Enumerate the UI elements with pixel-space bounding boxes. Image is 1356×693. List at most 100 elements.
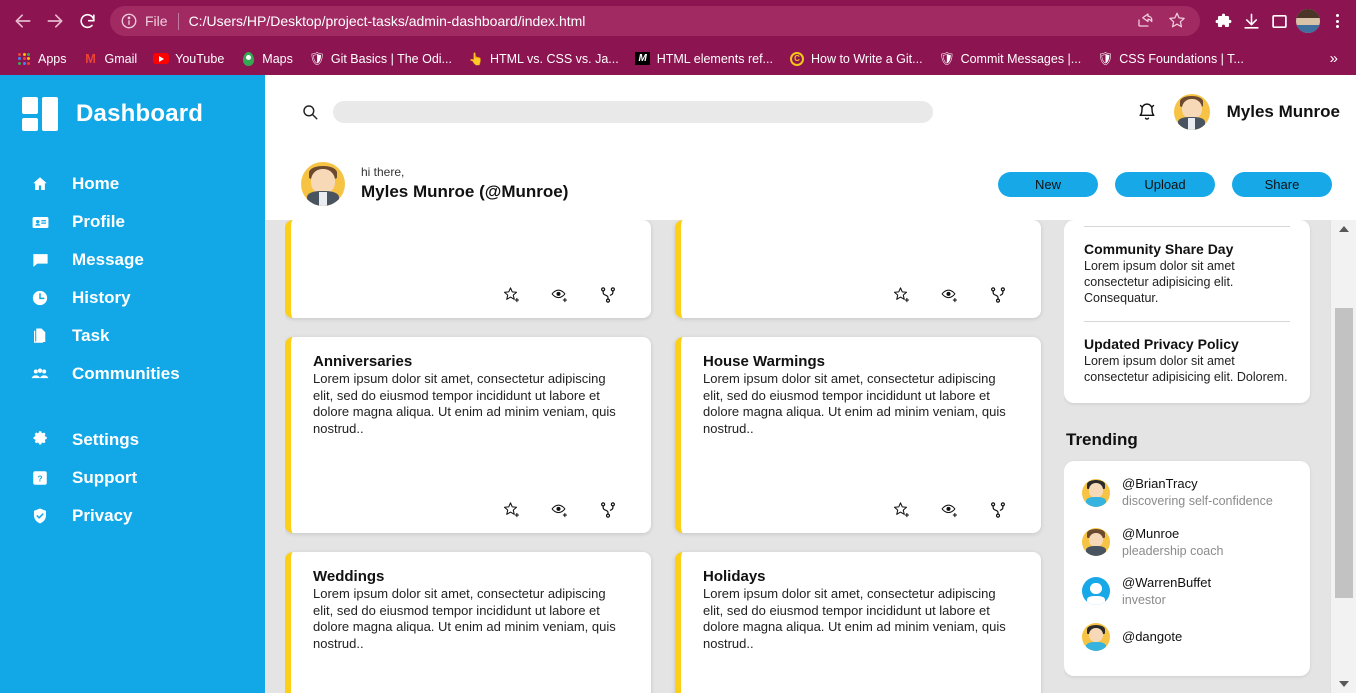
address-bar[interactable]: File C:/Users/HP/Desktop/project-tasks/a… [110, 6, 1200, 36]
chat-bubble-icon [30, 250, 50, 270]
star-add-icon[interactable] [893, 286, 911, 304]
greeting-bar: hi there, Myles Munroe (@Munroe) New Upl… [265, 148, 1356, 220]
trending-bio: discovering self-confidence [1122, 494, 1273, 509]
share-button[interactable]: Share [1232, 171, 1332, 197]
table-row[interactable]: Weddings Lorem ipsum dolor sit amet, con… [285, 552, 651, 693]
star-add-icon[interactable] [893, 501, 911, 519]
sidebar-item-home[interactable]: Home [0, 165, 265, 203]
sidepanel-icon[interactable] [1268, 10, 1290, 32]
notification-bell-icon[interactable] [1137, 101, 1157, 123]
bookmarks-overflow-button[interactable]: » [1320, 50, 1348, 67]
clock-icon [30, 288, 50, 308]
back-button[interactable] [8, 6, 38, 36]
sidebar-item-settings[interactable]: Settings [0, 421, 265, 459]
announcement-body: Lorem ipsum dolor sit amet consectetur a… [1084, 259, 1235, 305]
table-row[interactable] [675, 220, 1041, 318]
downloads-icon[interactable] [1240, 10, 1262, 32]
greeting-avatar[interactable] [301, 162, 345, 206]
sidebar-item-privacy[interactable]: Privacy [0, 497, 265, 535]
forward-button[interactable] [40, 6, 70, 36]
bookmark-how-to-write-git[interactable]: C How to Write a Git... [781, 48, 931, 70]
new-button[interactable]: New [998, 171, 1098, 197]
search-input[interactable] [333, 100, 933, 123]
browser-profile-avatar[interactable] [1296, 9, 1320, 33]
url-text[interactable]: C:/Users/HP/Desktop/project-tasks/admin-… [189, 13, 1136, 29]
browser-toolbar: File C:/Users/HP/Desktop/project-tasks/a… [0, 0, 1356, 42]
fork-branch-icon[interactable] [599, 501, 617, 519]
greeting-actions: New Upload Share [998, 171, 1344, 197]
star-add-icon[interactable] [503, 501, 521, 519]
eye-add-icon[interactable] [551, 286, 569, 304]
greeting-hi: hi there, [361, 165, 405, 180]
sidebar-item-support[interactable]: ? Support [0, 459, 265, 497]
people-group-icon [30, 364, 50, 384]
app-root: Dashboard Home Profile Message History T… [0, 75, 1356, 693]
extensions-icon[interactable] [1212, 10, 1234, 32]
sidebar-item-task[interactable]: Task [0, 317, 265, 355]
table-row[interactable]: Holidays Lorem ipsum dolor sit amet, con… [675, 552, 1041, 693]
brand-name: Dashboard [76, 100, 204, 127]
eye-add-icon[interactable] [941, 501, 959, 519]
avatar [1082, 478, 1110, 507]
sidebar-item-label: Settings [72, 430, 140, 449]
fork-branch-icon[interactable] [989, 286, 1007, 304]
list-item[interactable]: Updated Privacy Policy Lorem ipsum dolor… [1084, 320, 1290, 386]
apps-grid-icon [16, 51, 32, 67]
bookmark-label: Apps [38, 51, 67, 66]
bookmark-label: Gmail [104, 51, 138, 66]
list-item[interactable]: @WarrenBuffet investor [1082, 574, 1292, 608]
sidebar-item-profile[interactable]: Profile [0, 203, 265, 241]
table-row[interactable] [285, 220, 651, 318]
scroll-down-arrow-icon[interactable] [1338, 681, 1349, 687]
bookmark-label: Commit Messages |... [960, 51, 1082, 66]
user-name: Myles Munroe [1226, 101, 1340, 121]
share-icon[interactable] [1136, 11, 1156, 31]
site-info-icon[interactable] [120, 12, 138, 30]
menu-kebab-icon[interactable] [1326, 10, 1348, 32]
scroll-up-arrow-icon[interactable] [1338, 226, 1349, 232]
list-item[interactable]: @BrianTracy discovering self-confidence [1082, 475, 1292, 509]
bookmark-html-elements[interactable]: M HTML elements ref... [627, 48, 781, 70]
sidebar-item-message[interactable]: Message [0, 241, 265, 279]
bookmark-commit-messages[interactable]: 🛡 Commit Messages |... [931, 48, 1090, 70]
bookmark-label: Git Basics | The Odi... [330, 51, 452, 66]
sidebar-item-label: Privacy [72, 506, 133, 525]
upload-button[interactable]: Upload [1115, 171, 1215, 197]
reload-button[interactable] [72, 6, 102, 36]
list-item[interactable]: @Munroe pleadership coach [1082, 525, 1292, 559]
sidebar-item-label: Home [72, 174, 120, 193]
table-row[interactable]: House Warmings Lorem ipsum dolor sit ame… [675, 337, 1041, 533]
bookmark-gmail[interactable]: M Gmail [75, 48, 146, 70]
list-item[interactable]: Community Share Day Lorem ipsum dolor si… [1084, 226, 1290, 307]
fork-branch-icon[interactable] [599, 286, 617, 304]
avatar[interactable] [1173, 93, 1210, 130]
sidebar-item-communities[interactable]: Communities [0, 355, 265, 393]
cards-grid: Anniversaries Lorem ipsum dolor sit amet… [285, 220, 1064, 693]
bookmark-html-vs-css[interactable]: 👆 HTML vs. CSS vs. Ja... [460, 48, 627, 70]
vertical-scrollbar[interactable] [1330, 220, 1356, 693]
eye-add-icon[interactable] [941, 286, 959, 304]
url-scheme-label: File [145, 13, 168, 29]
bookmark-css-foundations[interactable]: 🛡 CSS Foundations | T... [1089, 48, 1252, 70]
copyright-icon: C [789, 51, 805, 67]
table-row[interactable]: Anniversaries Lorem ipsum dolor sit amet… [285, 337, 651, 533]
bookmark-apps[interactable]: Apps [8, 48, 75, 70]
trending-handle: @BrianTracy [1122, 476, 1198, 492]
scrollbar-thumb[interactable] [1335, 308, 1353, 598]
fork-branch-icon[interactable] [989, 501, 1007, 519]
card-body: Lorem ipsum dolor sit amet, consectetur … [313, 371, 616, 436]
odin-icon: 🛡 [308, 51, 326, 66]
bookmark-youtube[interactable]: YouTube [145, 48, 232, 70]
eye-add-icon[interactable] [551, 501, 569, 519]
right-rail: Community Share Day Lorem ipsum dolor si… [1064, 220, 1330, 693]
bookmark-star-icon[interactable] [1168, 11, 1188, 31]
search-icon[interactable] [301, 103, 319, 121]
card-body: Lorem ipsum dolor sit amet, consectetur … [313, 586, 616, 651]
sidebar-item-history[interactable]: History [0, 279, 265, 317]
bookmark-git-basics[interactable]: 🛡 Git Basics | The Odi... [301, 48, 460, 70]
avatar [1082, 527, 1110, 556]
bookmark-maps[interactable]: Maps [232, 48, 301, 70]
topbar-user-area: Myles Munroe [1137, 93, 1340, 130]
star-add-icon[interactable] [503, 286, 521, 304]
list-item[interactable]: @dangote [1082, 623, 1292, 652]
